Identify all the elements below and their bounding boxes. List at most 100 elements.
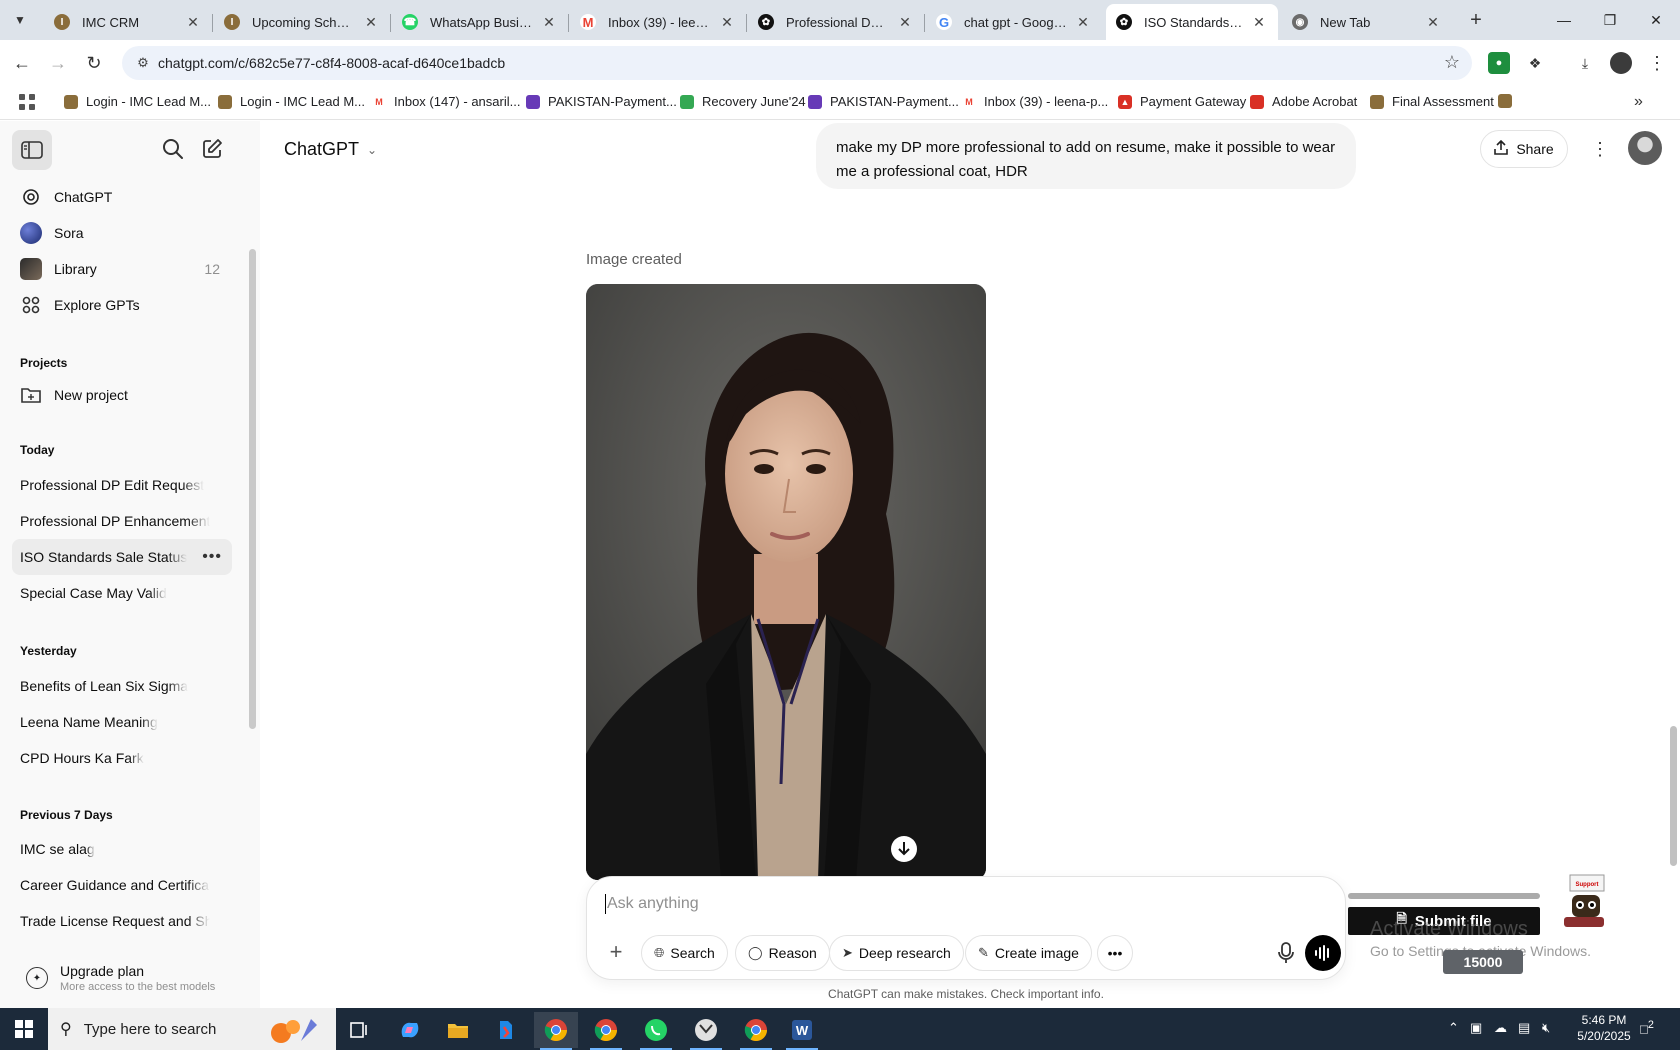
close-tab-icon[interactable]: ✕: [184, 14, 202, 31]
browser-tab[interactable]: I Upcoming Schedule ✕: [214, 4, 391, 40]
tool-create-image-button[interactable]: ✎ Create image: [965, 935, 1092, 971]
chat-history-item[interactable]: Professional DP Edit Request: [12, 467, 232, 503]
chat-history-item[interactable]: CPD Hours Ka Fark: [12, 740, 232, 776]
bookmark-item[interactable]: Recovery June'24: [680, 94, 806, 109]
start-button[interactable]: [0, 1008, 48, 1050]
close-tab-icon[interactable]: ✕: [540, 14, 558, 31]
sidebar-item-library[interactable]: Library 12: [12, 252, 232, 286]
chat-history-item[interactable]: Professional DP Enhancement: [12, 503, 232, 539]
chrome-taskbar-icon[interactable]: [534, 1012, 578, 1050]
browser-tab[interactable]: ☎ WhatsApp Business ✕: [392, 4, 569, 40]
sidebar-item-explore-gpts[interactable]: Explore GPTs: [12, 288, 232, 322]
search-chats-button[interactable]: [159, 135, 187, 163]
minimize-window-icon[interactable]: —: [1540, 0, 1588, 40]
tool-search-button[interactable]: 🌐︎ Search: [641, 935, 728, 971]
browser-tab[interactable]: ✿ Professional DP Enh ✕: [748, 4, 925, 40]
extensions-puzzle-icon[interactable]: ❖: [1524, 52, 1546, 74]
pinned-app-icon[interactable]: [484, 1012, 528, 1048]
bookmark-item[interactable]: Final Assessment: [1370, 94, 1494, 109]
onedrive-cloud-icon[interactable]: ☁: [1494, 1020, 1507, 1036]
browser-tab[interactable]: I IMC CRM ✕: [44, 4, 213, 40]
sidebar-toggle-button[interactable]: [12, 130, 52, 170]
voice-mode-button[interactable]: [1305, 935, 1341, 971]
chrome-taskbar-icon[interactable]: [734, 1012, 778, 1050]
composer-input[interactable]: Ask anything: [607, 895, 699, 913]
conversation-options-icon[interactable]: ⋮: [1586, 135, 1614, 163]
new-project-button[interactable]: New project: [12, 378, 232, 412]
new-tab-plus-icon[interactable]: +: [1464, 8, 1488, 32]
reload-icon[interactable]: ↻: [80, 49, 108, 77]
user-avatar[interactable]: [1628, 131, 1662, 165]
close-tab-icon[interactable]: ✕: [896, 14, 914, 31]
chat-history-item[interactable]: Benefits of Lean Six Sigma: [12, 668, 232, 704]
whatsapp-taskbar-icon[interactable]: [634, 1012, 678, 1050]
task-view-icon[interactable]: [338, 1012, 382, 1048]
chat-history-item-active[interactable]: ISO Standards Sale Status •••: [12, 539, 232, 575]
sidebar-scrollbar[interactable]: [249, 249, 256, 729]
share-button[interactable]: Share: [1480, 130, 1568, 168]
message-composer[interactable]: Ask anything + 🌐︎ Search ◯ Reason ➤ Deep…: [586, 876, 1346, 980]
close-tab-icon[interactable]: ✕: [1424, 14, 1442, 31]
browser-tab[interactable]: ◉ New Tab ✕: [1282, 4, 1452, 40]
forward-arrow-icon[interactable]: →: [44, 49, 72, 77]
address-bar[interactable]: ⚙ chatgpt.com/c/682c5e77-c8f4-8008-acaf-…: [122, 46, 1472, 80]
chat-scrollbar[interactable]: [1670, 726, 1677, 866]
network-icon[interactable]: ▤: [1518, 1020, 1530, 1036]
downloads-icon[interactable]: ⤓: [1574, 52, 1596, 74]
close-tab-icon[interactable]: ✕: [1250, 14, 1268, 31]
back-arrow-icon[interactable]: ←: [8, 49, 36, 77]
more-tools-button[interactable]: •••: [1097, 935, 1133, 971]
bookmark-item[interactable]: M Inbox (39) - leena-p...: [962, 94, 1108, 109]
chat-history-item[interactable]: Trade License Request and Sharing: [12, 903, 232, 939]
pinned-app-icon[interactable]: [684, 1012, 728, 1050]
notifications-icon[interactable]: □2: [1640, 1019, 1654, 1036]
dictate-button[interactable]: [1269, 936, 1303, 970]
support-widget[interactable]: Support: [1560, 873, 1608, 929]
site-settings-icon[interactable]: ⚙: [128, 55, 158, 71]
word-taskbar-icon[interactable]: W: [780, 1012, 824, 1050]
sidebar-item-chatgpt[interactable]: ChatGPT: [12, 180, 232, 214]
bookmark-item[interactable]: PAKISTAN-Payment...: [526, 94, 677, 109]
model-selector[interactable]: ChatGPT ⌄: [284, 139, 377, 160]
taskbar-clock[interactable]: 5:46 PM 5/20/2025: [1570, 1012, 1638, 1044]
bookmark-item[interactable]: Login - IMC Lead M...: [64, 94, 211, 109]
chrome-taskbar-icon[interactable]: [584, 1012, 628, 1050]
new-chat-button[interactable]: [198, 135, 226, 163]
bookmark-item[interactable]: ▲ Payment Gateway: [1118, 94, 1246, 109]
chat-history-item[interactable]: Career Guidance and Certifications: [12, 867, 232, 903]
extension-icon[interactable]: ●: [1488, 52, 1510, 74]
bookmark-item[interactable]: Adobe Acrobat: [1250, 94, 1357, 109]
bookmark-item[interactable]: Login - IMC Lead M...: [218, 94, 365, 109]
tool-reason-button[interactable]: ◯ Reason: [735, 935, 830, 971]
attach-plus-icon[interactable]: +: [599, 935, 633, 969]
tab-search-chevron-icon[interactable]: ▼: [8, 8, 32, 32]
profile-avatar-icon[interactable]: [1610, 52, 1632, 74]
chat-history-item[interactable]: Special Case May Valid: [12, 575, 232, 611]
volume-muted-icon[interactable]: 🔇︎: [1542, 1020, 1550, 1036]
chat-history-item[interactable]: Leena Name Meaning: [12, 704, 232, 740]
bookmark-item[interactable]: M Inbox (147) - ansaril...: [372, 94, 520, 109]
apps-grid-icon[interactable]: [18, 93, 36, 111]
bookmark-star-icon[interactable]: ☆: [1444, 52, 1460, 73]
upgrade-plan-button[interactable]: ✦ Upgrade plan More access to the best m…: [12, 953, 232, 1003]
close-window-icon[interactable]: ✕: [1632, 0, 1680, 40]
browser-tab-active[interactable]: ✿ ISO Standards Sale ✕: [1106, 4, 1278, 40]
close-tab-icon[interactable]: ✕: [718, 14, 736, 31]
download-image-button[interactable]: [890, 835, 918, 868]
more-bookmarks-chevron-icon[interactable]: »: [1634, 93, 1643, 111]
tool-deep-research-button[interactable]: ➤ Deep research: [829, 935, 964, 971]
restore-window-icon[interactable]: ❐: [1586, 0, 1634, 40]
bookmark-item[interactable]: PAKISTAN-Payment...: [808, 94, 959, 109]
browser-tab[interactable]: M Inbox (39) - leena-p ✕: [570, 4, 747, 40]
bookmark-item[interactable]: [1498, 94, 1520, 108]
file-explorer-icon[interactable]: [436, 1012, 480, 1048]
browser-tab[interactable]: G chat gpt - Google S ✕: [926, 4, 1102, 40]
chat-history-item[interactable]: IMC se alag: [12, 831, 232, 867]
close-tab-icon[interactable]: ✕: [362, 14, 380, 31]
generated-portrait-image[interactable]: [586, 284, 986, 880]
show-hidden-icons-chevron[interactable]: ⌃: [1448, 1020, 1459, 1036]
meet-now-icon[interactable]: ▣: [1470, 1020, 1482, 1036]
sidebar-item-sora[interactable]: Sora: [12, 216, 232, 250]
copilot-icon[interactable]: [388, 1012, 432, 1048]
more-options-icon[interactable]: •••: [202, 548, 222, 566]
